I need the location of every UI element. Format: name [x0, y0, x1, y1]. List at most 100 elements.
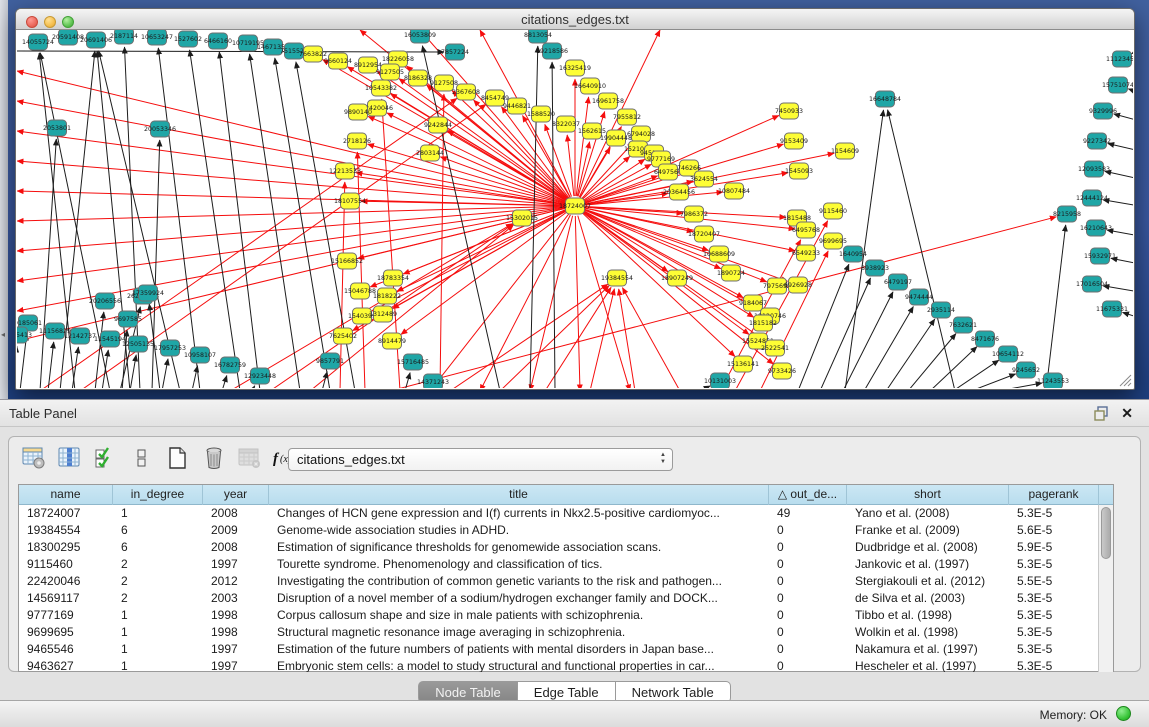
cell-pagerank[interactable]: 5.3E-5 [1009, 658, 1099, 672]
cell-out_de[interactable]: 0 [769, 624, 847, 641]
network-node[interactable]: 16210643 [1080, 220, 1112, 236]
network-node[interactable]: 10654112 [992, 346, 1024, 362]
network-node[interactable]: 9329996 [1089, 103, 1117, 119]
cell-year[interactable]: 2008 [203, 505, 269, 522]
network-node[interactable]: 7857224 [441, 44, 469, 60]
resize-grip-icon[interactable] [1116, 371, 1132, 387]
table-row[interactable]: 1872400712008Changes of HCN gene express… [19, 505, 1099, 522]
cell-short[interactable]: Nakamura et al. (1997) [847, 641, 1009, 658]
network-node[interactable]: 8914479 [378, 333, 406, 349]
cell-in_degree[interactable]: 6 [113, 539, 203, 556]
network-node[interactable]: 1545093 [785, 163, 813, 179]
network-node[interactable]: 15166852 [331, 253, 363, 269]
left-panel-edge[interactable]: ◂ [0, 0, 8, 399]
memory-ok-indicator-icon[interactable] [1116, 706, 1131, 721]
cell-short[interactable]: Stergiakouli et al. (2012) [847, 573, 1009, 590]
column-header-pagerank[interactable]: pagerank [1009, 485, 1099, 505]
network-node[interactable]: 17016504 [1076, 276, 1108, 292]
cell-in_degree[interactable]: 2 [113, 590, 203, 607]
network-node[interactable]: 8813054 [524, 30, 552, 43]
cell-year[interactable]: 1997 [203, 556, 269, 573]
cell-out_de[interactable]: 0 [769, 658, 847, 672]
network-node[interactable]: 15716485 [397, 354, 429, 370]
network-node[interactable]: 9115460 [819, 203, 847, 219]
cell-pagerank[interactable]: 5.3E-5 [1009, 505, 1099, 522]
cell-in_degree[interactable]: 1 [113, 658, 203, 672]
delete-column-button[interactable] [200, 446, 227, 473]
table-row[interactable]: 1830029562008Estimation of significance … [19, 539, 1099, 556]
cell-year[interactable]: 1998 [203, 624, 269, 641]
cell-name[interactable]: 9699695 [19, 624, 113, 641]
network-node[interactable]: 15751074 [1102, 77, 1133, 93]
cell-title[interactable]: Changes of HCN gene expression and I(f) … [269, 505, 769, 522]
cell-title[interactable]: Embryonic stem cells: a model to study s… [269, 658, 769, 672]
network-node[interactable]: 15302015 [506, 210, 538, 226]
window-titlebar[interactable]: citations_edges.txt [16, 9, 1134, 30]
column-header-name[interactable]: name [19, 485, 113, 505]
cell-out_de[interactable]: 0 [769, 573, 847, 590]
close-panel-icon[interactable]: ✕ [1121, 405, 1133, 422]
network-node[interactable]: 2053801 [43, 120, 71, 136]
cell-name[interactable]: 9115460 [19, 556, 113, 573]
network-node[interactable]: 1818222 [373, 288, 401, 304]
cell-pagerank[interactable]: 5.5E-5 [1009, 573, 1099, 590]
network-node[interactable]: 7955812 [613, 109, 641, 125]
network-node[interactable]: 11675331 [1096, 301, 1128, 317]
network-node[interactable]: 14371243 [417, 374, 449, 388]
cell-pagerank[interactable]: 5.3E-5 [1009, 590, 1099, 607]
cell-year[interactable]: 1997 [203, 658, 269, 672]
table-panel-header[interactable]: Table Panel ✕ [0, 400, 1149, 427]
table-row[interactable]: 2242004622012Investigating the contribut… [19, 573, 1099, 590]
cell-year[interactable]: 1997 [203, 641, 269, 658]
network-node[interactable]: 12923448 [244, 368, 276, 384]
network-node[interactable]: 10653247 [141, 30, 173, 45]
network-node[interactable]: 8322037 [552, 116, 580, 132]
cell-in_degree[interactable]: 2 [113, 556, 203, 573]
cell-out_de[interactable]: 0 [769, 641, 847, 658]
float-window-icon[interactable] [1094, 406, 1109, 421]
scrollbar-thumb[interactable] [1101, 507, 1111, 559]
cell-name[interactable]: 18724007 [19, 505, 113, 522]
network-node[interactable]: 16961758 [592, 93, 624, 109]
cell-out_de[interactable]: 0 [769, 590, 847, 607]
network-node[interactable]: 9227342 [1083, 133, 1111, 149]
network-node[interactable]: 18720407 [688, 226, 720, 242]
network-node[interactable]: 7450933 [775, 103, 803, 119]
cell-out_de[interactable]: 0 [769, 556, 847, 573]
network-canvas[interactable]: 1872400714055724205914082069140621871141… [17, 30, 1133, 388]
panel-collapse-icon[interactable]: ◂ [1, 330, 5, 339]
network-node[interactable]: 8471676 [971, 331, 999, 347]
network-node[interactable]: 10807484 [718, 183, 750, 199]
network-node[interactable]: 20691406 [80, 32, 112, 48]
cell-short[interactable]: Jankovic et al. (1997) [847, 556, 1009, 573]
row-height-button[interactable] [128, 446, 155, 473]
cell-in_degree[interactable]: 1 [113, 607, 203, 624]
cell-short[interactable]: Yano et al. (2008) [847, 505, 1009, 522]
cell-name[interactable]: 14569117 [19, 590, 113, 607]
cell-short[interactable]: de Silva et al. (2003) [847, 590, 1009, 607]
network-node[interactable]: 12093583 [1078, 161, 1110, 177]
network-node[interactable]: 20053346 [144, 121, 176, 137]
network-node[interactable]: 10958107 [184, 347, 216, 363]
network-node[interactable]: 8215958 [1053, 206, 1081, 222]
network-node[interactable]: 6466160 [204, 33, 232, 49]
network-node[interactable]: 15932971 [1084, 248, 1116, 264]
table-row[interactable]: 1456911722003Disruption of a novel membe… [19, 590, 1099, 607]
cell-pagerank[interactable]: 5.3E-5 [1009, 607, 1099, 624]
cell-short[interactable]: Hescheler et al. (1997) [847, 658, 1009, 672]
cell-year[interactable]: 1998 [203, 607, 269, 624]
table-row[interactable]: 946554611997Estimation of the future num… [19, 641, 1099, 658]
column-header-out_de[interactable]: △ out_de... [769, 485, 847, 505]
cell-in_degree[interactable]: 1 [113, 641, 203, 658]
cell-title[interactable]: Corpus callosum shape and size in male p… [269, 607, 769, 624]
cell-name[interactable]: 9777169 [19, 607, 113, 624]
network-node[interactable]: 2187114 [110, 30, 138, 44]
table-scrollbar[interactable] [1098, 505, 1113, 672]
cell-title[interactable]: Tourette syndrome. Phenomenology and cla… [269, 556, 769, 573]
cell-out_de[interactable]: 49 [769, 505, 847, 522]
column-header-year[interactable]: year [203, 485, 269, 505]
table-selector-dropdown[interactable]: citations_edges.txt ▲▼ [288, 448, 673, 471]
column-header-short[interactable]: short [847, 485, 1009, 505]
network-node[interactable]: 10688609 [703, 246, 735, 262]
table-row[interactable]: 969969511998Structural magnetic resonanc… [19, 624, 1099, 641]
